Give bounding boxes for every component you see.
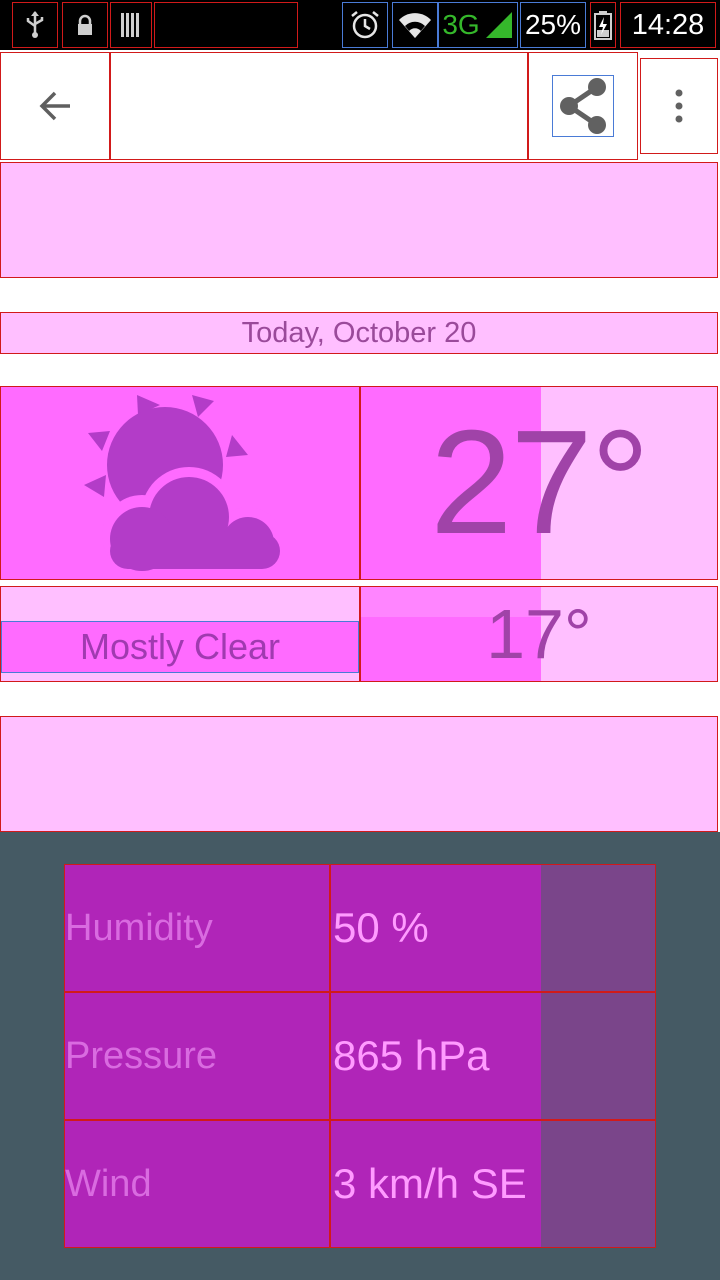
description-container: Mostly Clear [0, 586, 360, 682]
share-icon-frame [552, 75, 614, 137]
mobile-signal-indicator: 3G [438, 2, 518, 48]
detail-value-container: 865 hPa [330, 992, 656, 1120]
detail-value: 50 % [333, 904, 429, 951]
low-temp-container: 17° [360, 586, 718, 682]
footer-spacer [0, 716, 718, 832]
detail-row-humidity: Humidity 50 % [64, 864, 656, 992]
action-bar [0, 50, 720, 162]
status-notification-area [154, 2, 298, 48]
weather-icon-container [0, 386, 360, 580]
battery-percent: 25% [520, 2, 586, 48]
forecast-date: Today, October 20 [0, 312, 718, 354]
back-button[interactable] [0, 52, 110, 160]
detail-value: 3 km/h SE [333, 1160, 527, 1207]
header-spacer [0, 162, 718, 278]
weather-detail-screen: 3G 25% 14:28 Today, October 20 27° Mostl… [0, 0, 720, 1280]
battery-icon [590, 2, 616, 48]
detail-row-wind: Wind 3 km/h SE [64, 1120, 656, 1248]
clock: 14:28 [620, 2, 716, 48]
alarm-icon [342, 2, 388, 48]
back-arrow-icon [39, 91, 70, 121]
low-temperature: 17° [486, 595, 592, 673]
usb-icon [12, 2, 58, 48]
detail-label: Pressure [64, 992, 330, 1120]
detail-value: 865 hPa [333, 1032, 490, 1079]
status-bar: 3G 25% 14:28 [0, 0, 720, 50]
high-temperature: 27° [430, 400, 650, 565]
signal-strength-icon [485, 12, 512, 38]
barcode-icon [110, 2, 152, 48]
overflow-menu-button[interactable] [640, 58, 718, 154]
detail-label: Humidity [64, 864, 330, 992]
share-button[interactable] [528, 52, 638, 160]
network-type-label: 3G [442, 9, 480, 40]
detail-value-shade [541, 993, 655, 1119]
share-icon [560, 78, 606, 134]
overflow-menu-icon [675, 89, 683, 123]
detail-label: Wind [64, 1120, 330, 1248]
detail-row-pressure: Pressure 865 hPa [64, 992, 656, 1120]
detail-value-container: 50 % [330, 864, 656, 992]
high-temp-container: 27° [360, 386, 718, 580]
lock-icon [62, 2, 108, 48]
wifi-icon [392, 2, 438, 48]
detail-value-container: 3 km/h SE [330, 1120, 656, 1248]
details-table: Humidity 50 % Pressure 865 hPa Wind 3 km… [64, 864, 656, 1248]
weather-description: Mostly Clear [1, 621, 359, 673]
detail-value-shade [541, 865, 655, 991]
partly-cloudy-icon [84, 395, 280, 573]
detail-value-shade [541, 1121, 655, 1247]
action-bar-title [110, 52, 528, 160]
